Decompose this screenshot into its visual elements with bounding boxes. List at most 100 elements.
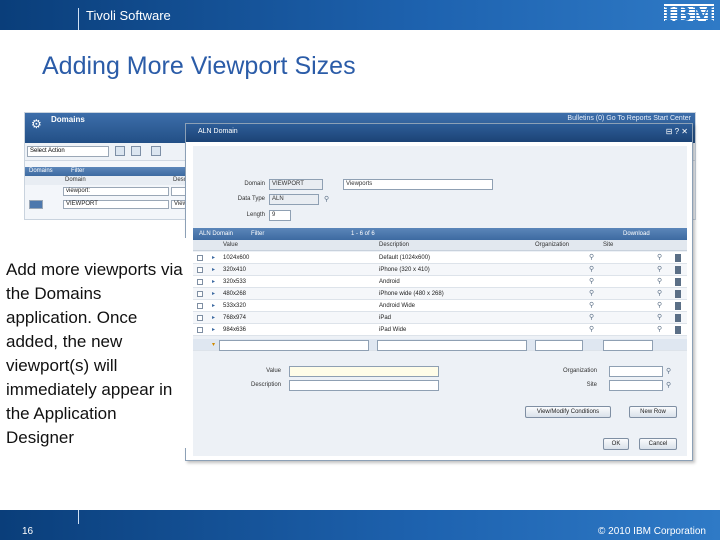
data-type-field[interactable]: ALN <box>269 194 319 205</box>
search-icon[interactable]: ⚲ <box>657 288 662 300</box>
row-description: iPhone wide (480 x 268) <box>379 291 444 297</box>
expand-arrow-icon[interactable]: ▸ <box>212 252 215 264</box>
callout-text: Add more viewports via the Domains appli… <box>6 260 183 447</box>
search-icon[interactable]: ⚲ <box>589 312 594 324</box>
new-row[interactable]: ▾ <box>193 339 687 351</box>
header-links[interactable]: Bulletins (0) Go To Reports Start Center <box>567 115 691 122</box>
expand-arrow-icon[interactable]: ▸ <box>212 324 215 336</box>
table-row[interactable]: ▸ 1024x600 Default (1024x600) ⚲ ⚲ <box>193 252 687 264</box>
table-row[interactable]: ▸ 480x268 iPhone wide (480 x 268) ⚲ ⚲ <box>193 288 687 300</box>
table-row[interactable]: ▸ 320x410 iPhone (320 x 410) ⚲ ⚲ <box>193 264 687 276</box>
expand-arrow-icon[interactable]: ▸ <box>212 312 215 324</box>
search-icon[interactable]: ⚲ <box>589 252 594 264</box>
column-domain[interactable]: Domain <box>65 177 86 183</box>
dialog-controls[interactable]: ⊟ ? ✕ <box>666 127 688 136</box>
column-site[interactable]: Site <box>603 240 613 251</box>
table-row[interactable]: ▸ 768x974 iPad ⚲ ⚲ <box>193 312 687 324</box>
select-action-dropdown[interactable]: Select Action <box>27 146 109 157</box>
search-icon[interactable]: ⚲ <box>589 288 594 300</box>
search-icon[interactable]: ⚲ <box>657 276 662 288</box>
cancel-button[interactable]: Cancel <box>639 438 677 450</box>
detail-description-field[interactable] <box>289 380 439 391</box>
row-value: 480x268 <box>223 291 247 297</box>
detail-value-field[interactable] <box>289 366 439 377</box>
expand-arrow-icon[interactable]: ▸ <box>212 288 215 300</box>
search-icon[interactable]: ⚲ <box>589 300 594 312</box>
filter-label[interactable]: Filter <box>71 167 84 176</box>
row-checkbox[interactable] <box>197 267 203 273</box>
row-checkbox[interactable] <box>197 255 203 261</box>
table-row[interactable]: ▸ 533x320 Android Wide ⚲ ⚲ <box>193 300 687 312</box>
delete-icon[interactable] <box>675 302 681 310</box>
grid-title: ALN Domain <box>199 231 234 237</box>
detail-organization-field[interactable] <box>609 366 663 377</box>
delete-icon[interactable] <box>675 266 681 274</box>
new-record-icon[interactable] <box>115 146 125 156</box>
row-description: Android Wide <box>379 303 416 309</box>
expand-arrow-icon[interactable]: ▸ <box>212 300 215 312</box>
detail-site-field[interactable] <box>609 380 663 391</box>
search-icon[interactable]: ⚲ <box>657 300 662 312</box>
delete-icon[interactable] <box>675 314 681 322</box>
row-checkbox[interactable] <box>197 291 203 297</box>
bulletin-icon[interactable] <box>151 146 161 156</box>
table-row[interactable]: ▸ 984x636 iPad Wide ⚲ ⚲ <box>193 324 687 336</box>
row-checkbox[interactable] <box>197 303 203 309</box>
aln-grid-columns: Value Description Organization Site <box>193 240 687 251</box>
new-site-field[interactable] <box>603 340 653 351</box>
search-icon[interactable]: ⚲ <box>666 368 674 376</box>
row-checkbox[interactable] <box>197 279 203 285</box>
search-icon[interactable]: ⚲ <box>589 324 594 336</box>
new-row-button[interactable]: New Row <box>629 406 677 418</box>
new-description-field[interactable] <box>377 340 527 351</box>
table-row[interactable]: VIEWPORT View <box>25 199 187 210</box>
search-icon[interactable]: ⚲ <box>589 264 594 276</box>
row-domain[interactable]: VIEWPORT <box>63 200 169 209</box>
filter-row: viewport: <box>25 186 187 197</box>
search-icon[interactable]: ⚲ <box>657 312 662 324</box>
row-description: iPad Wide <box>379 327 407 333</box>
delete-icon[interactable] <box>675 254 681 262</box>
row-value: 320x410 <box>223 267 247 273</box>
row-checkbox[interactable] <box>197 315 203 321</box>
expand-arrow-icon[interactable]: ▸ <box>212 276 215 288</box>
new-organization-field[interactable] <box>535 340 583 351</box>
expand-arrow-icon[interactable]: ▸ <box>212 264 215 276</box>
row-description: Default (1024x600) <box>379 255 431 261</box>
save-icon[interactable] <box>131 146 141 156</box>
table-row[interactable]: ▸ 320x533 Android ⚲ ⚲ <box>193 276 687 288</box>
row-value: 984x636 <box>223 327 247 333</box>
domain-filter-input[interactable]: viewport: <box>63 187 169 196</box>
domain-label: Domain <box>244 181 265 187</box>
delete-icon[interactable] <box>675 290 681 298</box>
column-value[interactable]: Value <box>223 240 238 251</box>
delete-icon[interactable] <box>675 278 681 286</box>
search-icon[interactable]: ⚲ <box>589 276 594 288</box>
slide-title: Adding More Viewport Sizes <box>42 52 356 80</box>
row-checkbox[interactable] <box>197 327 203 333</box>
search-icon[interactable]: ⚲ <box>324 196 332 204</box>
domain-field[interactable]: VIEWPORT <box>269 179 323 190</box>
new-row-arrow-icon[interactable]: ▾ <box>212 339 215 351</box>
ok-button[interactable]: OK <box>603 438 629 450</box>
column-organization[interactable]: Organization <box>535 240 569 251</box>
table-tab-label[interactable]: Domains <box>29 167 53 176</box>
grid-download[interactable]: Download <box>623 228 650 240</box>
data-type-label: Data Type <box>237 196 265 202</box>
search-icon[interactable]: ⚲ <box>657 264 662 276</box>
search-icon[interactable]: ⚲ <box>657 324 662 336</box>
grid-paging: 1 - 6 of 6 <box>351 231 375 237</box>
view-modify-conditions-button[interactable]: View/Modify Conditions <box>525 406 611 418</box>
grid-filter[interactable]: Filter <box>251 228 264 240</box>
domain-description-field[interactable]: Viewports <box>343 179 493 190</box>
column-description[interactable]: Description <box>379 240 409 251</box>
row-value: 533x320 <box>223 303 247 309</box>
delete-icon[interactable] <box>675 326 681 334</box>
detail-value-label: Value <box>266 368 281 374</box>
search-icon[interactable]: ⚲ <box>657 252 662 264</box>
row-details-icon[interactable] <box>29 200 43 209</box>
app-name: Domains <box>51 115 85 124</box>
length-field[interactable]: 9 <box>269 210 291 221</box>
search-icon[interactable]: ⚲ <box>666 382 674 390</box>
new-value-field[interactable] <box>219 340 369 351</box>
